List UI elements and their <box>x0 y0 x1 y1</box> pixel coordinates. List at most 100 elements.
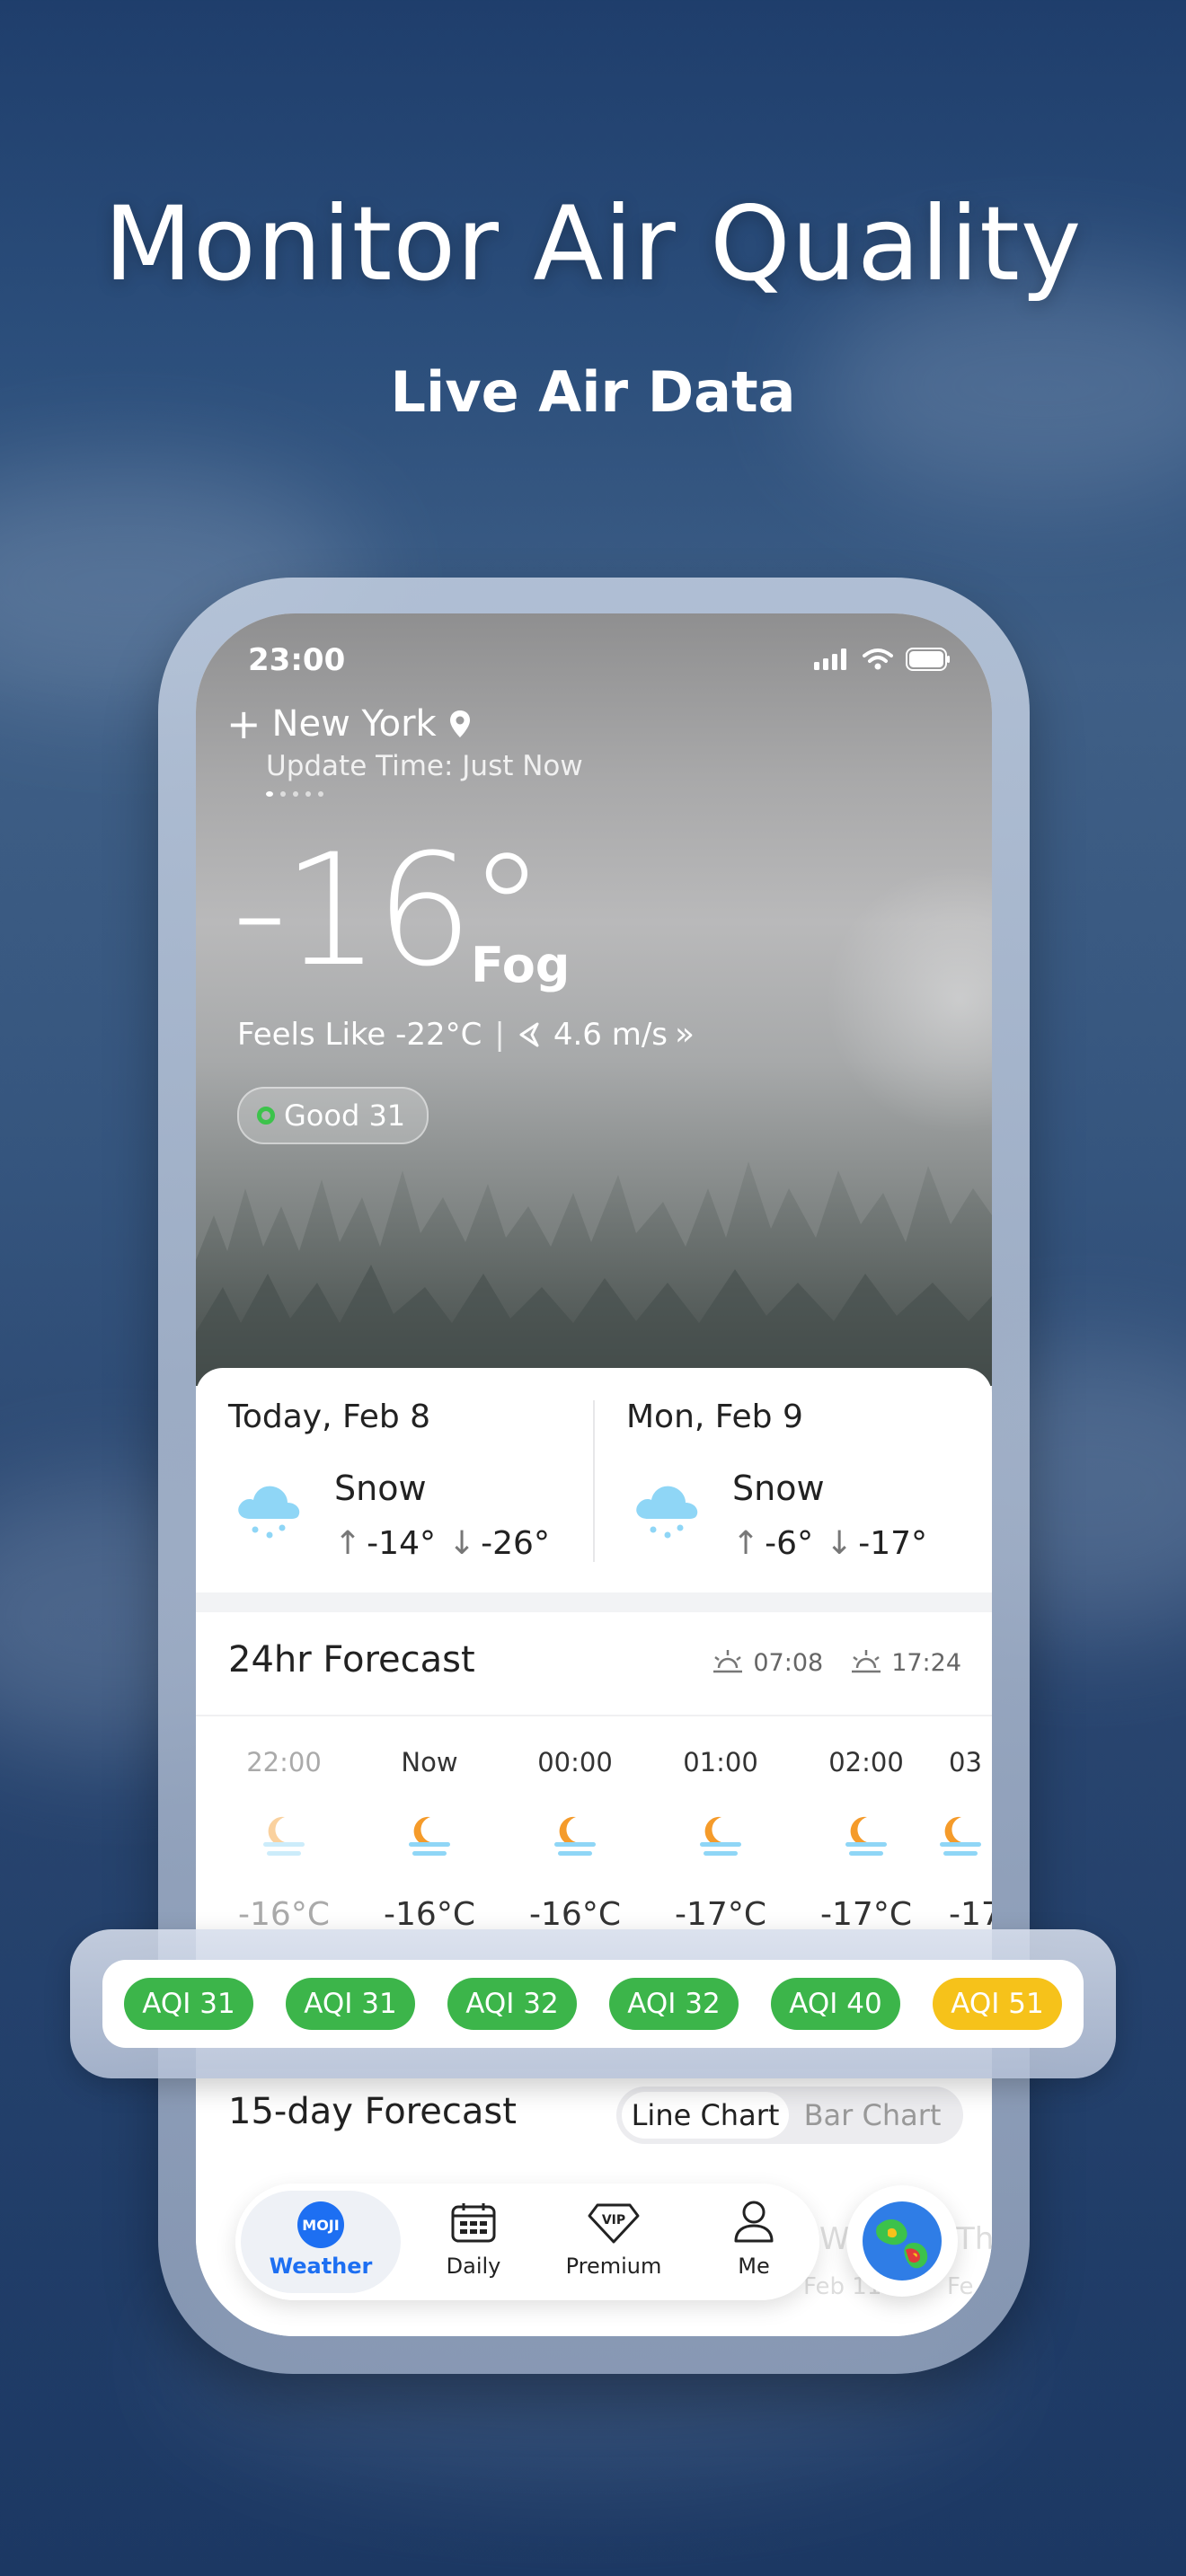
moon-cloud-icon <box>940 1806 992 1869</box>
forecast-24h-title: 24hr Forecast <box>228 1639 475 1681</box>
hour-temp: -16°C <box>238 1896 330 1933</box>
day-tomorrow[interactable]: Mon, Feb 9 Snow ↑ -6° ↓ -17° <box>594 1368 992 1592</box>
hour-temp: -17°C <box>675 1896 766 1933</box>
hour-time: 03 <box>949 1747 982 1778</box>
nav-label: Premium <box>565 2254 662 2279</box>
day-condition: Snow <box>732 1469 825 1508</box>
city-name[interactable]: New York <box>272 703 437 745</box>
aqi-badge-label: Good 31 <box>284 1098 406 1133</box>
peek-day: W <box>819 2221 850 2257</box>
day-today[interactable]: Today, Feb 8 Snow ↑ -14° ↓ -26° <box>196 1368 594 1592</box>
hour-temp: -17°C <box>820 1896 912 1933</box>
hour-temp: -17 <box>949 1896 992 1933</box>
day-high-low: ↑ -14° ↓ -26° <box>334 1525 550 1562</box>
current-condition: Fog <box>471 937 571 993</box>
hour-temp: -16°C <box>384 1896 475 1933</box>
hour-item[interactable]: 01:00 -17°C <box>658 1747 783 1933</box>
sunset: 17:24 <box>848 1648 961 1677</box>
hour-item[interactable]: Now -16°C <box>367 1747 492 1933</box>
battery-icon <box>906 648 950 671</box>
snow-cloud-icon <box>636 1486 698 1539</box>
location-row[interactable]: + New York <box>226 703 473 745</box>
page-indicator <box>266 791 323 797</box>
hour-item[interactable]: 00:00 -16°C <box>512 1747 638 1933</box>
daily-summary-card: Today, Feb 8 Snow ↑ -14° ↓ -26° Mon, Feb… <box>196 1368 992 1592</box>
forecast-15d-title: 15-day Forecast <box>228 2091 517 2132</box>
aqi-chip[interactable]: AQI 32 <box>609 1978 739 2030</box>
hour-time: 22:00 <box>246 1747 322 1778</box>
hour-item[interactable]: 22:00 -16°C <box>221 1747 347 1933</box>
day-high-low: ↑ -6° ↓ -17° <box>732 1525 927 1562</box>
wind-direction-icon <box>519 1022 539 1046</box>
aqi-chip[interactable]: AQI 31 <box>286 1978 415 2030</box>
day-high: -6° <box>765 1525 814 1562</box>
hour-item[interactable]: 02:00 -17°C <box>803 1747 929 1933</box>
moji-logo-icon: MOJI <box>297 2201 344 2248</box>
arrow-up-icon: ↑ <box>732 1525 760 1562</box>
signal-icon <box>814 648 846 670</box>
nav-weather[interactable]: MOJI Weather <box>241 2191 401 2293</box>
day-low: -26° <box>481 1525 550 1562</box>
peek-day: Th <box>956 2221 992 2257</box>
sunset-time: 17:24 <box>891 1648 961 1677</box>
nav-daily[interactable]: Daily <box>406 2183 541 2300</box>
day-low: -17° <box>858 1525 928 1562</box>
hour-time: Now <box>401 1747 458 1778</box>
chart-view-toggle: Line Chart Bar Chart <box>616 2086 963 2144</box>
sunset-icon <box>852 1650 881 1673</box>
nav-label: Daily <box>446 2254 501 2279</box>
day-high: -14° <box>367 1525 436 1562</box>
update-time: Update Time: Just Now <box>266 750 583 782</box>
day-condition: Snow <box>334 1469 427 1508</box>
aqi-badge[interactable]: Good 31 <box>237 1087 429 1144</box>
arrow-up-icon: ↑ <box>334 1525 362 1562</box>
person-icon <box>734 2201 774 2243</box>
location-pin-icon <box>449 710 470 737</box>
feels-like: Feels Like -22°C <box>237 1016 482 1053</box>
bar-chart-tab[interactable]: Bar Chart <box>789 2092 956 2139</box>
line-chart-tab[interactable]: Line Chart <box>622 2092 789 2139</box>
day-title: Today, Feb 8 <box>228 1398 431 1435</box>
peek-date: Fe <box>947 2273 974 2300</box>
hour-time: 02:00 <box>828 1747 904 1778</box>
moon-cloud-icon <box>512 1806 638 1869</box>
chevron-right-double-icon[interactable]: » <box>675 1016 695 1053</box>
hour-time: 00:00 <box>537 1747 613 1778</box>
moon-cloud-icon <box>803 1806 929 1869</box>
arrow-down-icon: ↓ <box>826 1525 854 1562</box>
bottom-nav: MOJI Weather Daily VIP Premium Me <box>235 2183 819 2300</box>
add-city-icon[interactable]: + <box>226 703 261 745</box>
vip-diamond-icon: VIP <box>588 2203 640 2244</box>
hero-subtitle: Live Air Data <box>390 359 796 425</box>
day-title: Mon, Feb 9 <box>626 1398 803 1435</box>
sunrise-time: 07:08 <box>753 1648 824 1677</box>
nav-me[interactable]: Me <box>686 2183 821 2300</box>
aqi-chip[interactable]: AQI 31 <box>124 1978 253 2030</box>
nav-label: Weather <box>269 2254 373 2279</box>
sunrise-icon <box>713 1650 743 1673</box>
wifi-icon <box>863 648 893 670</box>
hour-time: 01:00 <box>683 1747 758 1778</box>
feels-wind-row: Feels Like -22°C | 4.6 m/s » <box>237 1016 695 1053</box>
aqi-chip[interactable]: AQI 32 <box>447 1978 577 2030</box>
radar-map-button[interactable] <box>846 2185 958 2297</box>
snow-cloud-icon <box>238 1486 300 1539</box>
globe-radar-icon <box>863 2201 942 2280</box>
hero-title: Monitor Air Quality <box>103 184 1083 304</box>
nav-premium[interactable]: VIP Premium <box>546 2183 681 2300</box>
sunrise: 07:08 <box>710 1648 823 1677</box>
vip-icon-text: VIP <box>602 2213 625 2228</box>
divider <box>196 1715 992 1716</box>
arrow-down-icon: ↓ <box>447 1525 476 1562</box>
moji-logo-text: MOJI <box>302 2217 339 2234</box>
moon-cloud-icon <box>221 1806 347 1869</box>
hour-item[interactable]: 03 -17 <box>940 1747 992 1933</box>
calendar-icon <box>451 2203 496 2243</box>
hour-temp: -16°C <box>529 1896 621 1933</box>
aqi-chip[interactable]: AQI 40 <box>771 1978 900 2030</box>
sun-times: 07:08 17:24 <box>710 1648 961 1677</box>
moon-cloud-icon <box>367 1806 492 1869</box>
aqi-chip[interactable]: AQI 51 <box>933 1978 1062 2030</box>
aqi-ring-icon <box>257 1107 275 1125</box>
wind-speed: 4.6 m/s <box>553 1016 668 1053</box>
